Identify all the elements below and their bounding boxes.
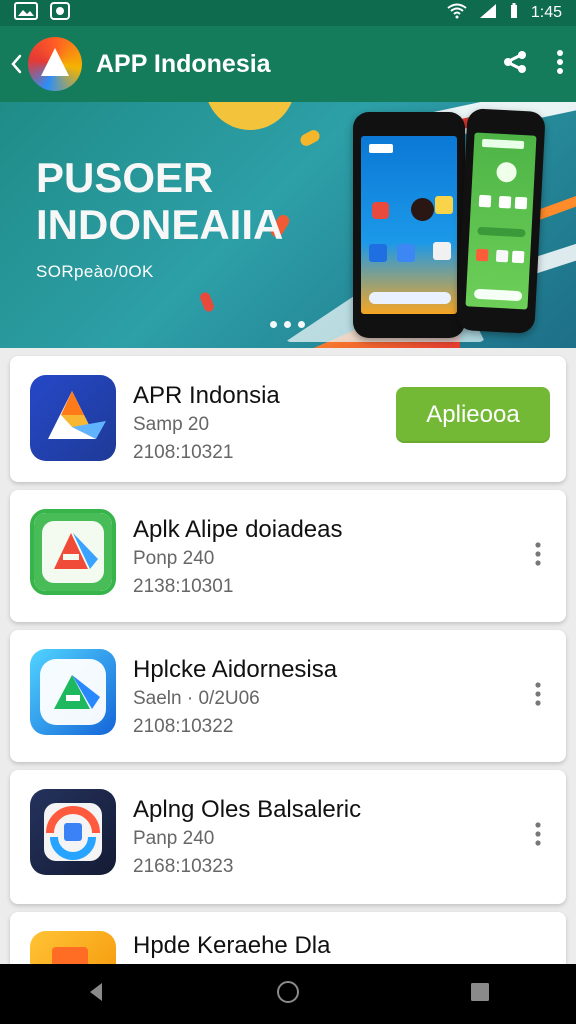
- phone-app-icon: [372, 202, 389, 219]
- more-options-button[interactable]: [526, 539, 550, 569]
- app-title: Hplcke Aidornesisa: [133, 656, 338, 683]
- carousel-dot[interactable]: [270, 321, 277, 328]
- app-code: 2108:10322: [133, 716, 234, 737]
- phone-search-chip: [369, 144, 393, 153]
- app-icon-aplng: [30, 789, 116, 875]
- app-subtitle: Panp 240: [133, 828, 215, 849]
- phone-widget: [477, 226, 526, 238]
- phone-screen-left: [361, 136, 457, 314]
- gallery-notification-icon: [50, 1, 70, 25]
- banner-title-line-2: INDONEAIIA: [36, 201, 284, 248]
- app-code: 2168:10323: [133, 856, 234, 877]
- app-card[interactable]: Hplcke Aidornesisa Saeln · 0/2U06 2108:1…: [10, 630, 566, 762]
- phone-app-icon: [511, 250, 525, 264]
- promo-banner[interactable]: PUSOER INDONEAIIA SORpeào/0OK: [0, 102, 576, 348]
- app-logo: [28, 37, 82, 91]
- phone-screen-right: [465, 132, 537, 310]
- phone-app-icon: [411, 198, 434, 221]
- triangle-back-icon[interactable]: [84, 980, 108, 1009]
- phone-app-icon: [478, 194, 492, 208]
- app-title: Aplng Oles Balsaleric: [133, 796, 362, 823]
- phone-app-icon: [435, 196, 453, 214]
- app-bar-actions: [502, 49, 564, 80]
- app-subtitle: Saeln · 0/2U06: [133, 688, 260, 709]
- banner-subtitle: SORpeào/0OK: [36, 262, 154, 281]
- app-code: 2108:10321: [133, 442, 234, 463]
- phone-dock: [473, 288, 523, 302]
- banner-sun-shape: [205, 102, 295, 130]
- phone-app-icon: [369, 244, 387, 262]
- carousel-dots[interactable]: [270, 321, 305, 328]
- carousel-dot[interactable]: [284, 321, 291, 328]
- more-options-button[interactable]: [526, 819, 550, 849]
- banner-title: PUSOER INDONEAIIA: [36, 154, 336, 248]
- status-right: 1:45: [447, 2, 562, 24]
- app-bar: APP Indonesia: [0, 26, 576, 102]
- clock-text: 1:45: [530, 4, 562, 21]
- app-card[interactable]: Aplng Oles Balsaleric Panp 240 2168:1032…: [10, 770, 566, 904]
- banner-confetti: [198, 290, 216, 314]
- banner-title-line-1: PUSOER: [36, 154, 214, 201]
- phone-app-icon: [433, 242, 451, 260]
- recent-square-icon[interactable]: [468, 980, 492, 1009]
- app-icon-apr-indonesia: [30, 375, 116, 461]
- more-options-button[interactable]: [526, 679, 550, 709]
- phone-app-icon: [495, 249, 509, 263]
- status-left: [14, 1, 70, 25]
- app-title: APR Indonsia: [133, 382, 280, 409]
- app-icon-aplk: [30, 509, 116, 595]
- back-arrow-icon[interactable]: [6, 52, 26, 76]
- home-circle-icon[interactable]: [275, 979, 301, 1010]
- app-subtitle: Samp 20: [133, 414, 210, 435]
- banner-phone-right: [456, 108, 546, 334]
- banner-confetti: [298, 128, 322, 148]
- app-title: Hpde Keraehe Dla: [133, 932, 331, 959]
- app-card[interactable]: Aplk Alipe doiadeas Ponp 240 2138:10301: [10, 490, 566, 622]
- system-navigation-bar: [0, 964, 576, 1024]
- install-button[interactable]: Aplieooa: [396, 387, 550, 443]
- phone-app-icon: [475, 248, 489, 262]
- app-code: 2138:10301: [133, 576, 234, 597]
- app-title: APP Indonesia: [96, 49, 271, 78]
- status-bar: 1:45: [0, 0, 576, 26]
- app-subtitle: Ponp 240: [133, 548, 215, 569]
- app-title: Aplk Alipe doiadeas: [133, 516, 343, 543]
- banner-phone-left: [353, 112, 465, 338]
- carousel-dot[interactable]: [298, 321, 305, 328]
- phone-app-icon: [498, 195, 512, 209]
- phone-app-icon: [496, 161, 518, 183]
- app-card[interactable]: APR Indonsia Samp 20 2108:10321 Aplieooa: [10, 356, 566, 482]
- phone-app-icon: [514, 196, 528, 210]
- signal-icon: [479, 3, 497, 24]
- app-icon-hplcke: [30, 649, 116, 735]
- battery-icon: [509, 2, 519, 24]
- more-vertical-icon[interactable]: [556, 49, 564, 79]
- phone-app-icon: [397, 244, 415, 262]
- phone-dock: [369, 292, 451, 304]
- image-notification-icon: [14, 1, 38, 25]
- wifi-icon: [447, 3, 467, 24]
- phone-search-chip: [481, 138, 525, 150]
- share-icon[interactable]: [502, 49, 528, 80]
